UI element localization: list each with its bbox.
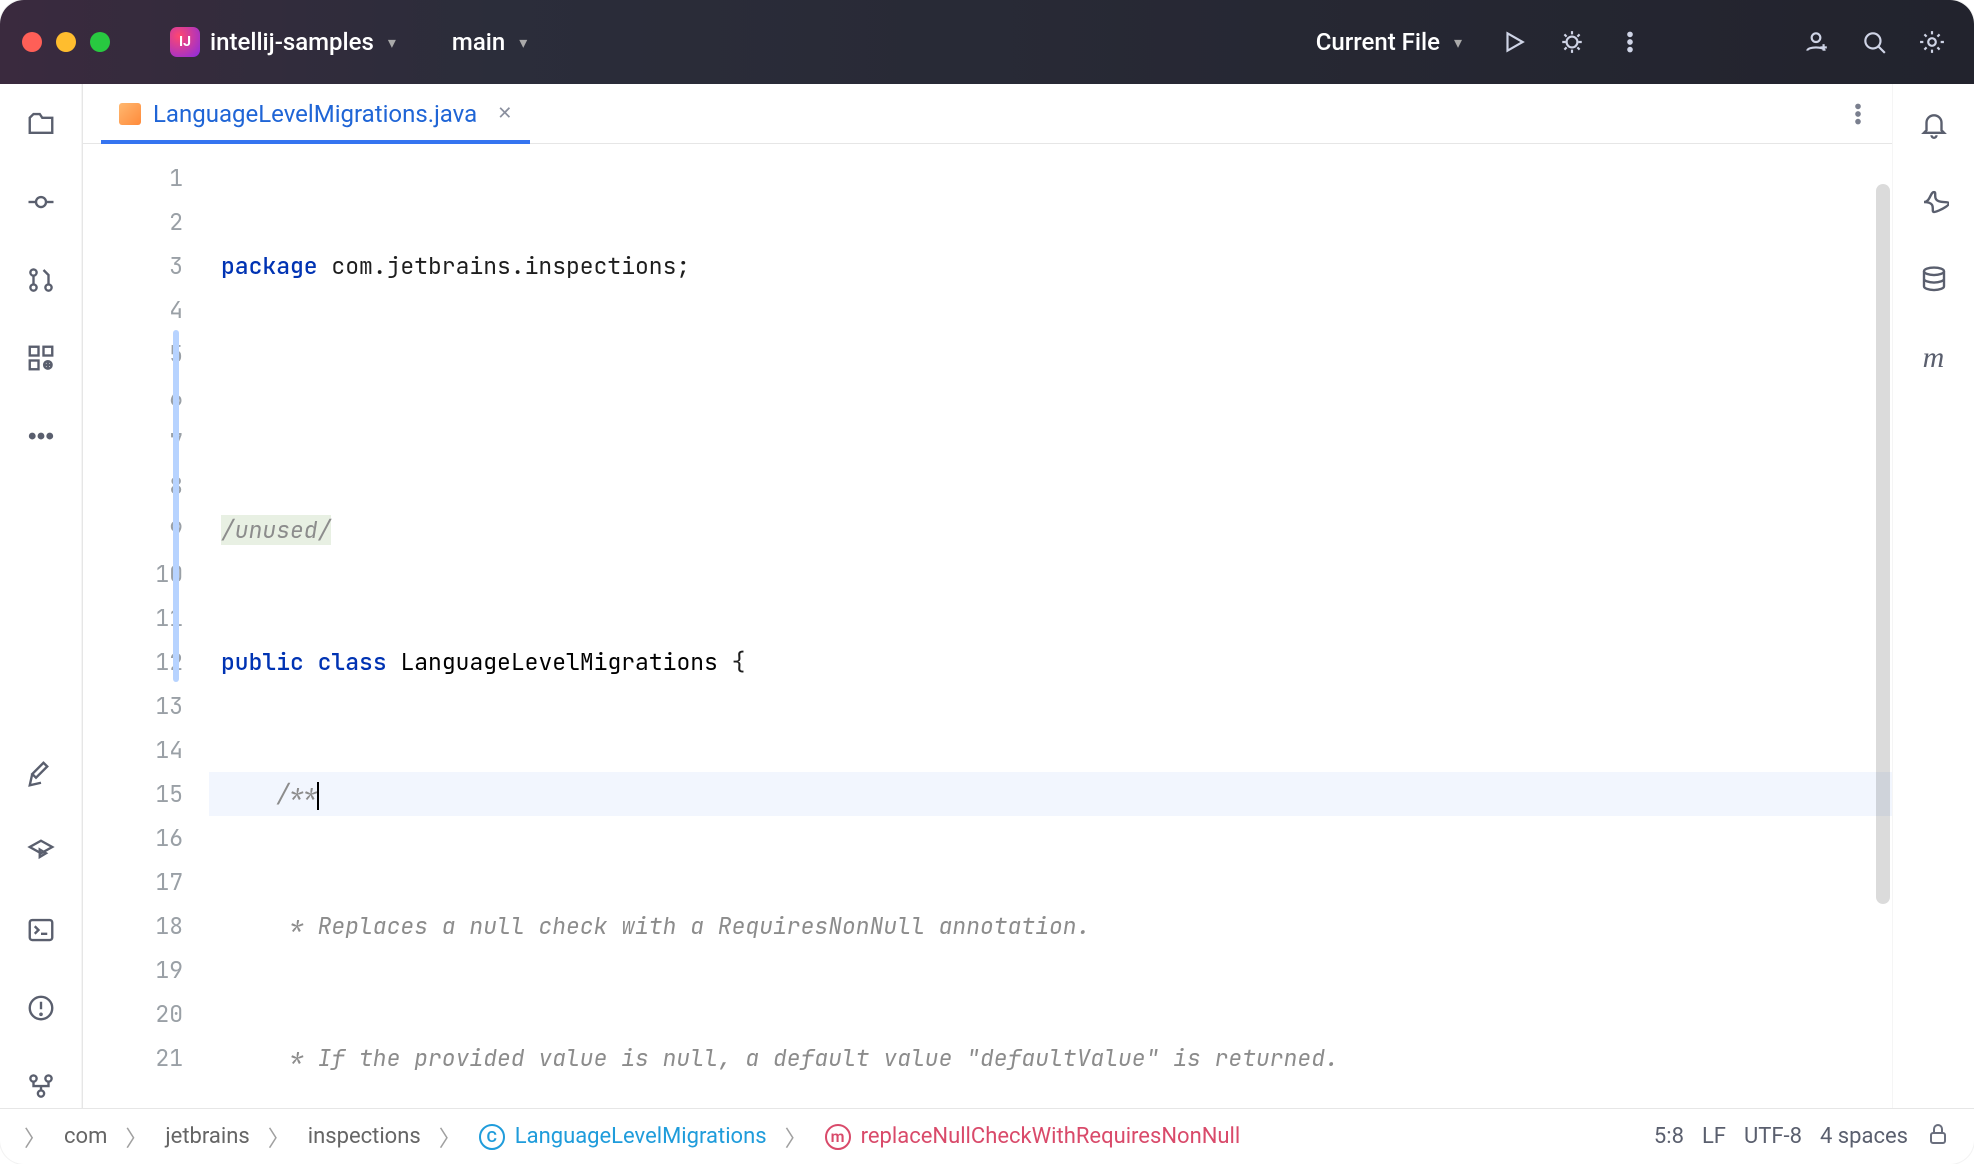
run-config-selector[interactable]: Current File ▾ [1302, 20, 1476, 64]
project-selector[interactable]: IJ intellij-samples ▾ [156, 20, 410, 64]
code-area[interactable]: package com.jetbrains.inspections; /unus… [203, 144, 1892, 1108]
chevron-right-icon: 〉 [125, 1121, 147, 1153]
database-tool-button[interactable] [1912, 258, 1956, 302]
tab-options-button[interactable] [1838, 94, 1878, 134]
breadcrumb-item[interactable]: jetbrains [165, 1124, 249, 1149]
services-tool-button[interactable] [19, 830, 63, 874]
main-content: LanguageLevelMigrations.java ✕ 1 2 3 4 5… [0, 84, 1974, 1108]
commit-tool-button[interactable] [19, 180, 63, 224]
notifications-button[interactable] [1912, 102, 1956, 146]
change-marker [173, 330, 179, 682]
tab-file-name: LanguageLevelMigrations.java [153, 100, 477, 128]
breadcrumb-item[interactable]: com [64, 1124, 107, 1149]
build-tool-button[interactable] [19, 752, 63, 796]
line-separator[interactable]: LF [1702, 1124, 1726, 1149]
terminal-tool-button[interactable] [19, 908, 63, 952]
pull-requests-tool-button[interactable] [19, 258, 63, 302]
file-encoding[interactable]: UTF-8 [1744, 1124, 1802, 1149]
project-name: intellij-samples [210, 28, 374, 56]
readonly-toggle[interactable] [1926, 1122, 1950, 1152]
vertical-scrollbar[interactable] [1876, 184, 1890, 904]
window-controls [22, 32, 110, 52]
titlebar: IJ intellij-samples ▾ main ▾ Current Fil… [0, 0, 1974, 84]
chevron-right-icon: 〉 [268, 1121, 290, 1153]
run-button[interactable] [1494, 22, 1534, 62]
structure-tool-button[interactable] [19, 336, 63, 380]
breadcrumb-class[interactable]: C LanguageLevelMigrations [479, 1124, 767, 1150]
editor-tab[interactable]: LanguageLevelMigrations.java ✕ [101, 84, 530, 143]
window-minimize-button[interactable] [56, 32, 76, 52]
editor-tabs: LanguageLevelMigrations.java ✕ [83, 84, 1892, 144]
more-tools-button[interactable] [19, 414, 63, 458]
maven-tool-button[interactable]: m [1912, 336, 1956, 380]
java-file-icon [119, 103, 141, 125]
editor-panel: LanguageLevelMigrations.java ✕ 1 2 3 4 5… [82, 84, 1892, 1108]
window-zoom-button[interactable] [90, 32, 110, 52]
close-tab-button[interactable]: ✕ [497, 103, 512, 124]
run-config-label: Current File [1316, 28, 1440, 56]
project-tool-button[interactable] [19, 102, 63, 146]
breadcrumb-item[interactable]: inspections [308, 1124, 421, 1149]
chevron-right-icon: 〉 [785, 1121, 807, 1153]
chevron-right-icon: 〉 [24, 1121, 46, 1153]
right-tool-rail: m [1892, 84, 1974, 1108]
vcs-tool-button[interactable] [19, 1064, 63, 1108]
ide-window: IJ intellij-samples ▾ main ▾ Current Fil… [0, 0, 1974, 1164]
settings-button[interactable] [1912, 22, 1952, 62]
branch-name: main [452, 28, 505, 56]
problems-tool-button[interactable] [19, 986, 63, 1030]
window-close-button[interactable] [22, 32, 42, 52]
more-actions-button[interactable] [1610, 22, 1650, 62]
branch-selector[interactable]: main ▾ [428, 20, 541, 64]
method-icon: m [825, 1124, 851, 1150]
chevron-down-icon: ▾ [388, 33, 396, 52]
status-bar: 〉 com 〉 jetbrains 〉 inspections 〉 C Lang… [0, 1108, 1974, 1164]
indent-setting[interactable]: 4 spaces [1820, 1124, 1908, 1149]
ai-assistant-button[interactable] [1912, 180, 1956, 224]
chevron-down-icon: ▾ [519, 33, 527, 52]
class-icon: C [479, 1124, 505, 1150]
caret-position[interactable]: 5:8 [1654, 1124, 1684, 1149]
chevron-right-icon: 〉 [439, 1121, 461, 1153]
search-everywhere-button[interactable] [1854, 22, 1894, 62]
breadcrumb-method[interactable]: m replaceNullCheckWithRequiresNonNull [825, 1124, 1241, 1150]
intellij-logo-icon: IJ [170, 27, 200, 57]
debug-button[interactable] [1552, 22, 1592, 62]
line-gutter: 1 2 3 4 5 6 7 8 9 10 11 12 13 14 15 16 1 [83, 144, 203, 1108]
left-tool-rail [0, 84, 82, 1108]
code-with-me-button[interactable] [1796, 22, 1836, 62]
editor[interactable]: 1 2 3 4 5 6 7 8 9 10 11 12 13 14 15 16 1 [83, 144, 1892, 1108]
chevron-down-icon: ▾ [1454, 33, 1462, 52]
